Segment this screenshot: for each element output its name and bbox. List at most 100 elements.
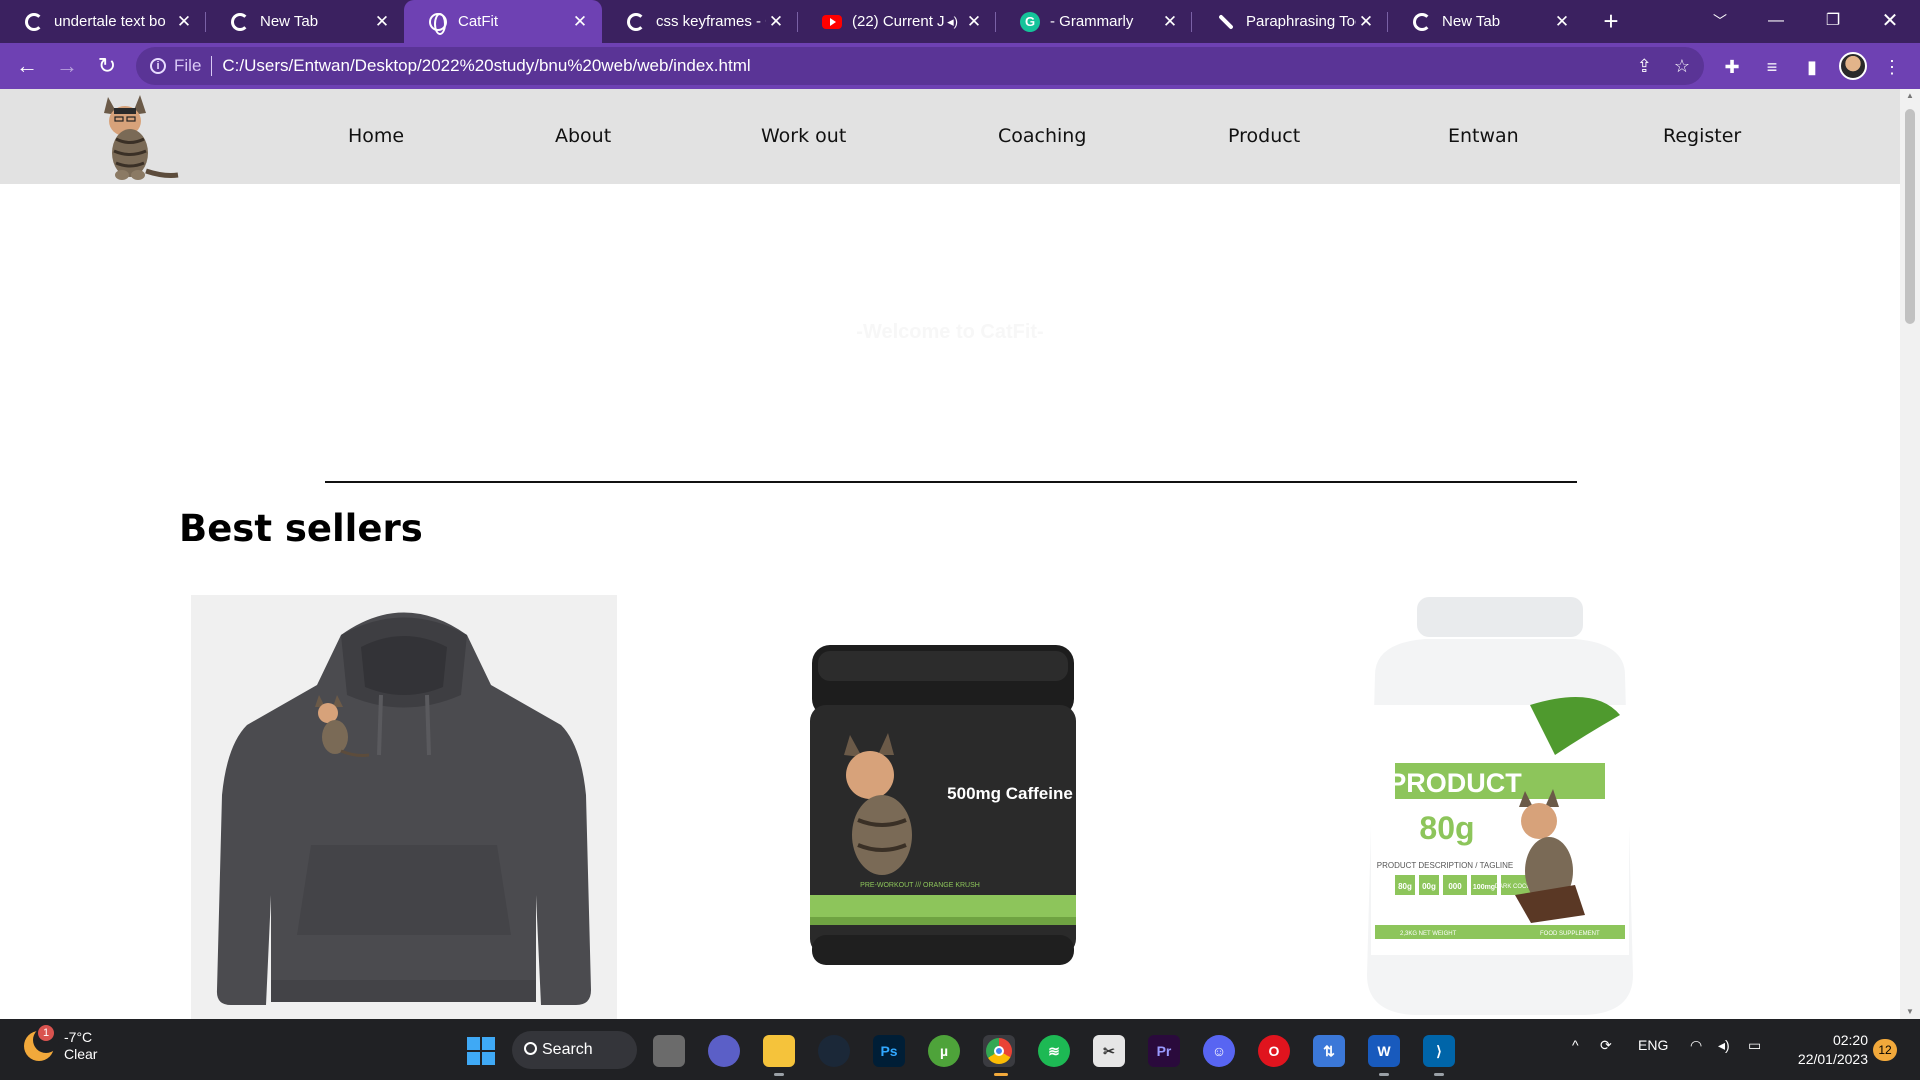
close-icon[interactable]: ✕ (1356, 12, 1376, 32)
tab-grammarly[interactable]: G - Grammarly ✕ (996, 0, 1192, 43)
close-icon[interactable]: ✕ (570, 12, 590, 32)
globe-icon (428, 12, 448, 35)
protein-amount: 80g (1419, 810, 1474, 846)
nav-link-entwan[interactable]: Entwan (1448, 125, 1519, 147)
sync-icon[interactable]: ⟳ (1600, 1037, 1612, 1054)
page-scrollbar[interactable]: ▲ ▼ (1900, 89, 1920, 1019)
battery-icon[interactable]: ▭ (1748, 1037, 1761, 1054)
forward-button[interactable]: → (52, 51, 82, 81)
file-explorer-icon[interactable] (763, 1035, 795, 1067)
tab-catfit[interactable]: CatFit ✕ (404, 0, 602, 43)
speaker-icon[interactable]: ◂) (947, 14, 958, 30)
weather-widget[interactable]: 1 -7°C Clear (24, 1025, 97, 1063)
protein-weight: 2,3KG NET WEIGHT (1400, 931, 1457, 937)
steam-icon[interactable] (818, 1035, 850, 1067)
tab-title: undertale text bo (54, 13, 166, 30)
volume-icon[interactable]: ◂) (1718, 1037, 1730, 1054)
wifi-icon[interactable]: ◠ (1690, 1037, 1702, 1054)
taskbar: 1 -7°C Clear Search Ps µ ≋ ✂ Pr ☺ O ⇅ W … (0, 1019, 1920, 1080)
tab-title: CatFit (458, 13, 499, 30)
tab-search-chevron-icon[interactable]: ﹀ (1700, 4, 1740, 38)
share-icon[interactable]: ⇪ (1637, 56, 1652, 77)
tab-undertale[interactable]: undertale text bo ✕ (0, 0, 206, 43)
network-app-icon[interactable]: ⇅ (1313, 1035, 1345, 1067)
chrome-icon (1412, 12, 1432, 32)
premiere-pro-icon[interactable]: Pr (1148, 1035, 1180, 1067)
close-icon[interactable]: ✕ (174, 12, 194, 32)
bookmark-star-icon[interactable]: ☆ (1674, 56, 1690, 77)
nav-link-about[interactable]: About (555, 125, 611, 147)
close-icon[interactable]: ✕ (372, 12, 392, 32)
restore-button[interactable]: ❐ (1813, 4, 1853, 38)
url-text[interactable]: C:/Users/Entwan/Desktop/2022%20study/bnu… (222, 56, 750, 76)
nav-link-home[interactable]: Home (348, 125, 404, 147)
tab-css-keyframes[interactable]: css keyframes - G ✕ (602, 0, 798, 43)
catfit-logo[interactable] (100, 91, 180, 183)
snipping-tool-icon[interactable]: ✂ (1093, 1035, 1125, 1067)
new-tab-button[interactable]: + (1596, 7, 1626, 37)
media-control-icon[interactable]: ≡ (1760, 55, 1784, 79)
vscode-icon[interactable]: ⟩ (1423, 1035, 1455, 1067)
task-view-icon[interactable] (653, 1035, 685, 1067)
protein-stat-4: 100mg (1473, 884, 1495, 891)
nav-link-work-out[interactable]: Work out (761, 125, 846, 147)
search-icon (524, 1042, 537, 1055)
info-icon[interactable]: i (150, 58, 166, 74)
tab-new-tab-1[interactable]: New Tab ✕ (206, 0, 404, 43)
tab-title: (22) Current J (852, 13, 945, 30)
address-bar[interactable]: i File C:/Users/Entwan/Desktop/2022%20st… (136, 47, 1704, 85)
chrome-icon (230, 12, 250, 32)
minimize-button[interactable]: — (1756, 4, 1796, 38)
utorrent-icon[interactable]: µ (928, 1035, 960, 1067)
google-icon (626, 12, 646, 32)
opera-icon[interactable]: O (1258, 1035, 1290, 1067)
hoodie-image (216, 612, 591, 1005)
protein-type: FOOD SUPPLEMENT (1540, 931, 1600, 937)
tab-title: New Tab (1442, 13, 1501, 30)
reload-button[interactable]: ↻ (92, 51, 122, 81)
weather-temp: -7°C (64, 1029, 93, 1045)
side-panel-icon[interactable]: ▮ (1800, 55, 1824, 79)
preworkout-image: 500mg Caffeine PRE-WORKOUT /// ORANGE KR… (810, 645, 1076, 965)
close-icon[interactable]: ✕ (1160, 12, 1180, 32)
spotify-icon[interactable]: ≋ (1038, 1035, 1070, 1067)
photoshop-icon[interactable]: Ps (873, 1035, 905, 1067)
tab-paraphrasing[interactable]: Paraphrasing Too ✕ (1192, 0, 1388, 43)
scroll-up-arrow-icon[interactable]: ▲ (1905, 91, 1915, 101)
youtube-icon (822, 12, 842, 32)
menu-icon[interactable]: ⋮ (1880, 55, 1904, 79)
notification-badge[interactable]: 12 (1873, 1039, 1897, 1061)
close-window-button[interactable]: ✕ (1870, 4, 1910, 38)
tab-youtube[interactable]: (22) Current J ◂) ✕ (798, 0, 996, 43)
scrollbar-thumb[interactable] (1905, 109, 1915, 324)
product-protein[interactable]: PRODUCT 80g PRODUCT DESCRIPTION / TAGLIN… (1335, 595, 1665, 1019)
system-clock[interactable]: 02:20 22/01/2023 (1790, 1031, 1868, 1069)
taskbar-search[interactable]: Search (512, 1031, 637, 1069)
scroll-down-arrow-icon[interactable]: ▼ (1905, 1007, 1915, 1017)
tab-new-tab-2[interactable]: New Tab ✕ (1388, 0, 1584, 43)
close-icon[interactable]: ✕ (1552, 12, 1572, 32)
teams-chat-icon[interactable] (708, 1035, 740, 1067)
nav-link-product[interactable]: Product (1228, 125, 1300, 147)
best-sellers-heading: Best sellers (179, 507, 423, 550)
windows-start-icon[interactable] (467, 1037, 495, 1065)
product-hoodie[interactable] (191, 595, 617, 1019)
clock-date: 22/01/2023 (1797, 1051, 1868, 1067)
back-button[interactable]: ← (12, 51, 42, 81)
extensions-icon[interactable]: ✚ (1720, 55, 1744, 79)
nav-link-coaching[interactable]: Coaching (998, 125, 1086, 147)
word-icon[interactable]: W (1368, 1035, 1400, 1067)
discord-icon[interactable]: ☺ (1203, 1035, 1235, 1067)
clock-time: 02:20 (1832, 1032, 1868, 1048)
weather-badge: 1 (38, 1025, 54, 1041)
product-preworkout[interactable]: 500mg Caffeine PRE-WORKOUT /// ORANGE KR… (780, 595, 1090, 1019)
close-icon[interactable]: ✕ (766, 12, 786, 32)
chrome-taskbar-icon[interactable] (983, 1035, 1015, 1067)
language-indicator[interactable]: ENG (1638, 1037, 1668, 1053)
browser-toolbar: ← → ↻ i File C:/Users/Entwan/Desktop/202… (0, 43, 1920, 89)
profile-avatar[interactable] (1839, 52, 1867, 80)
nav-link-register[interactable]: Register (1663, 125, 1741, 147)
tab-title: Paraphrasing Too (1246, 13, 1356, 30)
tray-overflow-chevron-icon[interactable]: ^ (1572, 1037, 1579, 1053)
close-icon[interactable]: ✕ (964, 12, 984, 32)
